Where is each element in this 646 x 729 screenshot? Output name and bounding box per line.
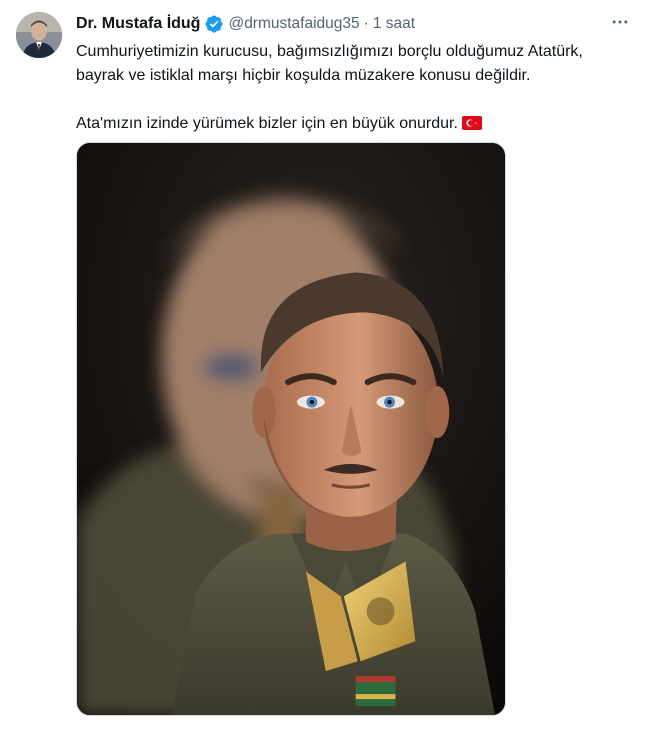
tweet-card[interactable]: Dr. Mustafa İduğ @drmustafaidug35 · 1 sa… xyxy=(0,0,646,729)
verified-badge-icon[interactable] xyxy=(204,14,224,34)
avatar-photo-icon xyxy=(16,12,62,58)
tweet-text: Cumhuriyetimizin kurucusu, bağımsızlığım… xyxy=(76,40,632,136)
tweet-timestamp[interactable]: 1 saat xyxy=(373,15,415,33)
more-options-icon[interactable] xyxy=(606,10,634,34)
tweet-media-image[interactable] xyxy=(76,142,506,716)
turkey-flag-icon xyxy=(461,114,482,130)
author-display-name[interactable]: Dr. Mustafa İduğ xyxy=(76,15,200,33)
tweet-text-line-2: Ata'mızın izinde yürümek bizler için en … xyxy=(76,115,458,132)
author-handle[interactable]: @drmustafaidug35 xyxy=(228,15,359,33)
author-avatar[interactable] xyxy=(16,12,62,58)
separator-dot: · xyxy=(363,15,369,32)
tweet-header: Dr. Mustafa İduğ @drmustafaidug35 · 1 sa… xyxy=(76,13,415,35)
tweet-text-paragraph-2: Ata'mızın izinde yürümek bizler için en … xyxy=(76,112,632,136)
tweet-text-paragraph-1: Cumhuriyetimizin kurucusu, bağımsızlığım… xyxy=(76,43,583,84)
portrait-photo-icon xyxy=(77,143,505,715)
